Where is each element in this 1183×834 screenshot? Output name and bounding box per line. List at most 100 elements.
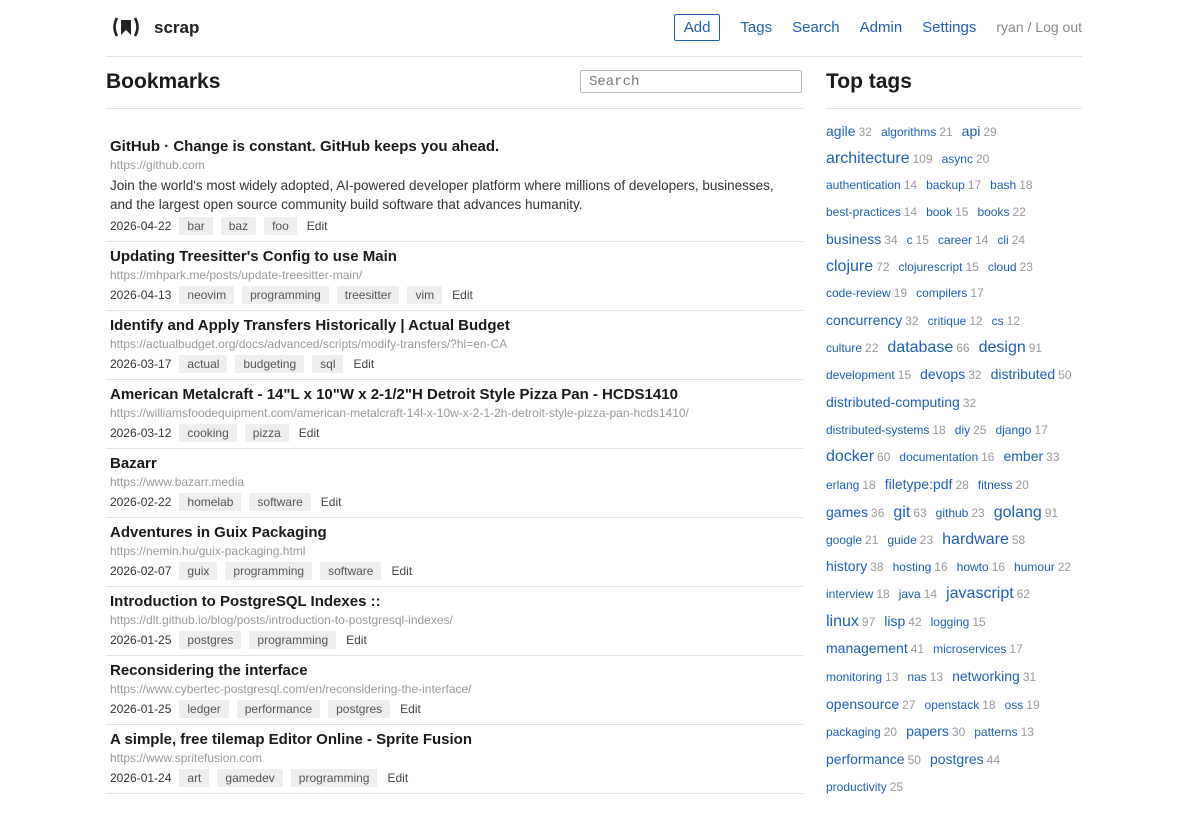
tag-link[interactable]: design bbox=[979, 339, 1026, 356]
bookmark-tag[interactable]: programming bbox=[242, 285, 329, 304]
tag-link[interactable]: openstack bbox=[925, 698, 980, 712]
tag-link[interactable]: distributed-systems bbox=[826, 423, 929, 437]
tag-link[interactable]: history bbox=[826, 558, 867, 574]
tag-link[interactable]: papers bbox=[906, 723, 949, 739]
nav-search[interactable]: Search bbox=[792, 19, 840, 36]
bookmark-title[interactable]: American Metalcraft - 14"L x 10"W x 2-1/… bbox=[110, 386, 799, 404]
bookmark-title[interactable]: Bazarr bbox=[110, 455, 799, 473]
tag-link[interactable]: architecture bbox=[826, 150, 910, 167]
edit-link[interactable]: Edit bbox=[387, 771, 408, 785]
bookmark-tag[interactable]: vim bbox=[407, 285, 443, 304]
tag-link[interactable]: book bbox=[926, 205, 952, 219]
tag-link[interactable]: api bbox=[962, 123, 981, 139]
bookmark-url[interactable]: https://williamsfoodequipment.com/americ… bbox=[110, 405, 799, 421]
tag-link[interactable]: interview bbox=[826, 587, 873, 601]
tag-link[interactable]: filetype:pdf bbox=[885, 476, 953, 492]
logout-link[interactable]: Log out bbox=[1035, 19, 1082, 35]
tag-link[interactable]: c bbox=[907, 233, 913, 247]
bookmark-tag[interactable]: programming bbox=[225, 561, 313, 580]
bookmark-url[interactable]: https://nemin.hu/guix-packaging.html bbox=[110, 543, 799, 559]
tag-link[interactable]: agile bbox=[826, 123, 856, 139]
tag-link[interactable]: performance bbox=[826, 751, 905, 767]
search-input[interactable] bbox=[580, 70, 802, 93]
add-button[interactable]: Add bbox=[673, 13, 721, 41]
bookmark-title[interactable]: A simple, free tilemap Editor Online - S… bbox=[110, 731, 799, 749]
scrap-logo-icon[interactable] bbox=[111, 16, 141, 38]
bookmark-tag[interactable]: bar bbox=[179, 216, 213, 235]
tag-link[interactable]: compilers bbox=[916, 286, 967, 300]
tag-link[interactable]: documentation bbox=[899, 450, 978, 464]
tag-link[interactable]: algorithms bbox=[881, 125, 936, 139]
edit-link[interactable]: Edit bbox=[400, 702, 421, 716]
tag-link[interactable]: oss bbox=[1005, 698, 1024, 712]
tag-link[interactable]: google bbox=[826, 533, 862, 547]
edit-link[interactable]: Edit bbox=[452, 288, 473, 302]
bookmark-tag[interactable]: sql bbox=[312, 354, 344, 373]
bookmark-tag[interactable]: treesitter bbox=[336, 285, 400, 304]
tag-link[interactable]: github bbox=[936, 506, 969, 520]
tag-link[interactable]: humour bbox=[1014, 560, 1055, 574]
tag-link[interactable]: monitoring bbox=[826, 670, 882, 684]
bookmark-tag[interactable]: postgres bbox=[328, 699, 391, 718]
tag-link[interactable]: authentication bbox=[826, 178, 901, 192]
tag-link[interactable]: bash bbox=[990, 178, 1016, 192]
tag-link[interactable]: linux bbox=[826, 613, 859, 630]
tag-link[interactable]: fitness bbox=[978, 478, 1013, 492]
bookmark-tag[interactable]: cooking bbox=[179, 423, 237, 442]
edit-link[interactable]: Edit bbox=[321, 495, 342, 509]
bookmark-url[interactable]: https://www.bazarr.media bbox=[110, 474, 799, 490]
bookmark-tag[interactable]: gamedev bbox=[217, 768, 283, 787]
edit-link[interactable]: Edit bbox=[353, 357, 374, 371]
tag-link[interactable]: async bbox=[942, 152, 973, 166]
tag-link[interactable]: hardware bbox=[942, 531, 1009, 548]
tag-link[interactable]: development bbox=[826, 368, 895, 382]
edit-link[interactable]: Edit bbox=[391, 564, 412, 578]
tag-link[interactable]: packaging bbox=[826, 725, 881, 739]
tag-link[interactable]: lisp bbox=[884, 613, 905, 629]
bookmark-tag[interactable]: actual bbox=[179, 354, 228, 373]
bookmark-tag[interactable]: software bbox=[320, 561, 382, 580]
tag-link[interactable]: distributed-computing bbox=[826, 394, 960, 410]
tag-link[interactable]: distributed bbox=[991, 366, 1056, 382]
bookmark-url[interactable]: https://mhpark.me/posts/update-treesitte… bbox=[110, 267, 799, 283]
brand-name[interactable]: scrap bbox=[154, 18, 199, 38]
tag-link[interactable]: critique bbox=[928, 314, 967, 328]
bookmark-url[interactable]: https://www.spritefusion.com bbox=[110, 750, 799, 766]
edit-link[interactable]: Edit bbox=[307, 219, 328, 233]
tag-link[interactable]: erlang bbox=[826, 478, 859, 492]
tag-link[interactable]: management bbox=[826, 640, 908, 656]
tag-link[interactable]: java bbox=[899, 587, 921, 601]
bookmark-tag[interactable]: ledger bbox=[179, 699, 229, 718]
tag-link[interactable]: clojure bbox=[826, 258, 873, 275]
bookmark-tag[interactable]: software bbox=[249, 492, 311, 511]
nav-admin[interactable]: Admin bbox=[860, 19, 903, 36]
tag-link[interactable]: clojurescript bbox=[899, 260, 963, 274]
tag-link[interactable]: culture bbox=[826, 341, 862, 355]
bookmark-tag[interactable]: guix bbox=[179, 561, 218, 580]
bookmark-title[interactable]: Identify and Apply Transfers Historicall… bbox=[110, 317, 799, 335]
tag-link[interactable]: productivity bbox=[826, 780, 887, 794]
edit-link[interactable]: Edit bbox=[346, 633, 367, 647]
tag-link[interactable]: database bbox=[887, 339, 953, 356]
tag-link[interactable]: cli bbox=[997, 233, 1008, 247]
tag-link[interactable]: concurrency bbox=[826, 312, 902, 328]
tag-link[interactable]: guide bbox=[887, 533, 916, 547]
tag-link[interactable]: golang bbox=[994, 504, 1042, 521]
edit-link[interactable]: Edit bbox=[299, 426, 320, 440]
bookmark-url[interactable]: https://github.com bbox=[110, 157, 799, 173]
bookmark-tag[interactable]: art bbox=[179, 768, 210, 787]
tag-link[interactable]: cloud bbox=[988, 260, 1017, 274]
bookmark-title[interactable]: Updating Treesitter's Config to use Main bbox=[110, 248, 799, 266]
bookmark-tag[interactable]: baz bbox=[220, 216, 257, 235]
tag-link[interactable]: ember bbox=[1003, 448, 1043, 464]
tag-link[interactable]: patterns bbox=[974, 725, 1017, 739]
tag-link[interactable]: logging bbox=[931, 615, 970, 629]
tag-link[interactable]: career bbox=[938, 233, 972, 247]
bookmark-tag[interactable]: postgres bbox=[179, 630, 242, 649]
nav-tags[interactable]: Tags bbox=[740, 19, 772, 36]
bookmark-tag[interactable]: pizza bbox=[244, 423, 289, 442]
tag-link[interactable]: nas bbox=[907, 670, 926, 684]
bookmark-url[interactable]: https://dlt.github.io/blog/posts/introdu… bbox=[110, 612, 799, 628]
nav-settings[interactable]: Settings bbox=[922, 19, 976, 36]
bookmark-title[interactable]: Reconsidering the interface bbox=[110, 662, 799, 680]
